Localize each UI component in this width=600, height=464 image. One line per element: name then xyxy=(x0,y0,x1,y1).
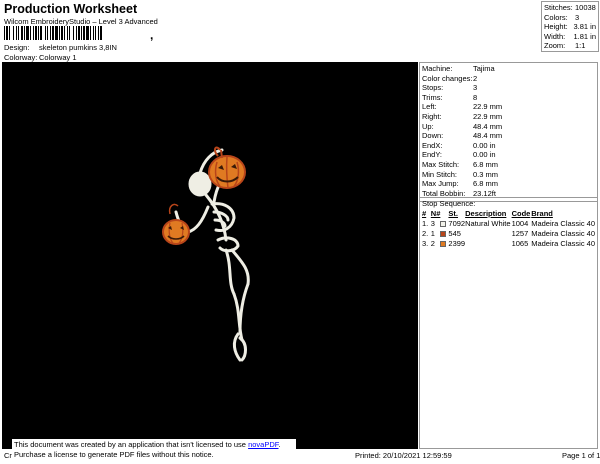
skeleton-pumpkin-embroidery-icon xyxy=(162,146,250,362)
info-row: Max Jump: 6.8 mm xyxy=(422,179,499,189)
table-row: 2. 1 545 1257 Madeira Classic 40 xyxy=(422,228,595,238)
page-title: Production Worksheet xyxy=(4,2,138,16)
thread-brand: Madeira Classic 40 xyxy=(531,218,595,228)
col-header: Description xyxy=(465,208,507,218)
stitch-count: 2399 xyxy=(448,238,466,248)
table-row: 1. 3 7092 Natural White 1004 Madeira Classic … xyxy=(422,218,595,228)
thread-brand: Madeira Classic 40 xyxy=(531,228,595,238)
info-row: Min Stitch: 0.3 mm xyxy=(422,169,499,179)
stop-sequence-title: Stop Sequence: xyxy=(422,199,476,208)
summary-row: Height: 3.81 in xyxy=(544,22,596,32)
color-swatch-icon xyxy=(440,220,447,227)
thread-description xyxy=(465,238,511,248)
stop-number: 3. xyxy=(422,238,429,248)
info-row: Trims: 8 xyxy=(422,92,478,102)
summary-row: Colors: 3 xyxy=(544,12,580,22)
barcode-icon xyxy=(4,26,154,40)
info-row: Left: 22.9 mm xyxy=(422,102,503,112)
needle-number: 2 xyxy=(430,238,435,248)
thread-brand: Madeira Classic 40 xyxy=(531,238,595,248)
info-row: Down: 48.4 mm xyxy=(422,131,503,141)
machine-info-panel: Machine: Tajima Color changes: 2 Stops: 3 T… xyxy=(419,62,598,202)
col-header: Brand xyxy=(531,208,553,218)
table-row: 3. 2 2399 1065 Madeira Classic 40 xyxy=(422,238,595,248)
page-number: Page 1 of 1 xyxy=(562,451,600,460)
col-header: # xyxy=(422,208,427,218)
col-header: St. xyxy=(448,208,459,218)
info-row: Stops: 3 xyxy=(422,83,478,93)
thread-code: 1065 xyxy=(511,238,529,248)
thread-code: 1004 xyxy=(511,218,529,228)
design-preview xyxy=(2,62,418,449)
info-row: EndX: 0.00 in xyxy=(422,140,496,150)
thread-code: 1257 xyxy=(511,228,529,238)
colorway-value: Colorway 1 xyxy=(39,53,77,62)
stop-number: 2. xyxy=(422,228,429,238)
info-row: Right: 22.9 mm xyxy=(422,111,503,121)
software-subtitle: Wilcom EmbroideryStudio – Level 3 Advanc… xyxy=(4,17,158,26)
thread-description xyxy=(465,228,511,238)
printed-timestamp: Printed: 20/10/2021 12:59:59 xyxy=(355,451,452,460)
info-row: Color changes: 2 xyxy=(422,73,478,83)
summary-box: Stitches: 10038 Colors: 3 Height: 3.81 in W… xyxy=(541,1,599,52)
summary-row: Stitches: 10038 xyxy=(544,3,596,12)
license-notice: This document was created by an applicat… xyxy=(12,439,296,460)
table-header-row: # N# St. Description Code Brand xyxy=(422,208,595,218)
barcode-comma: , xyxy=(150,28,154,42)
info-row: Max Stitch: 6.8 mm xyxy=(422,159,499,169)
summary-row: Zoom: 1:1 xyxy=(544,41,586,51)
design-label: Design: xyxy=(4,43,30,52)
info-row: EndY: 0.00 in xyxy=(422,150,496,160)
thread-description: Natural White xyxy=(465,218,511,228)
info-row: Machine: Tajima xyxy=(422,64,495,73)
colorway-label: Colorway: xyxy=(4,53,38,62)
info-row: Up: 48.4 mm xyxy=(422,121,503,131)
color-swatch-icon xyxy=(440,230,447,237)
footer-cr: Cr xyxy=(4,451,12,460)
col-header: N# xyxy=(430,208,441,218)
summary-row: Width: 1.81 in xyxy=(544,31,596,41)
color-swatch-icon xyxy=(440,240,447,247)
needle-number: 3 xyxy=(430,218,435,228)
col-header: Code xyxy=(511,208,531,218)
needle-number: 1 xyxy=(430,228,435,238)
stop-sequence-panel: Stop Sequence: # N# St. Description Code… xyxy=(419,197,598,449)
design-value: skeleton pumkins 3,8IN xyxy=(39,43,117,52)
novapdf-link[interactable]: novaPDF xyxy=(248,440,278,449)
stop-number: 1. xyxy=(422,218,429,228)
stitch-count: 545 xyxy=(448,228,461,238)
stop-sequence-table: # N# St. Description Code Brand 1. 3 7092 N… xyxy=(422,208,595,248)
stitch-count: 7092 xyxy=(448,218,466,228)
